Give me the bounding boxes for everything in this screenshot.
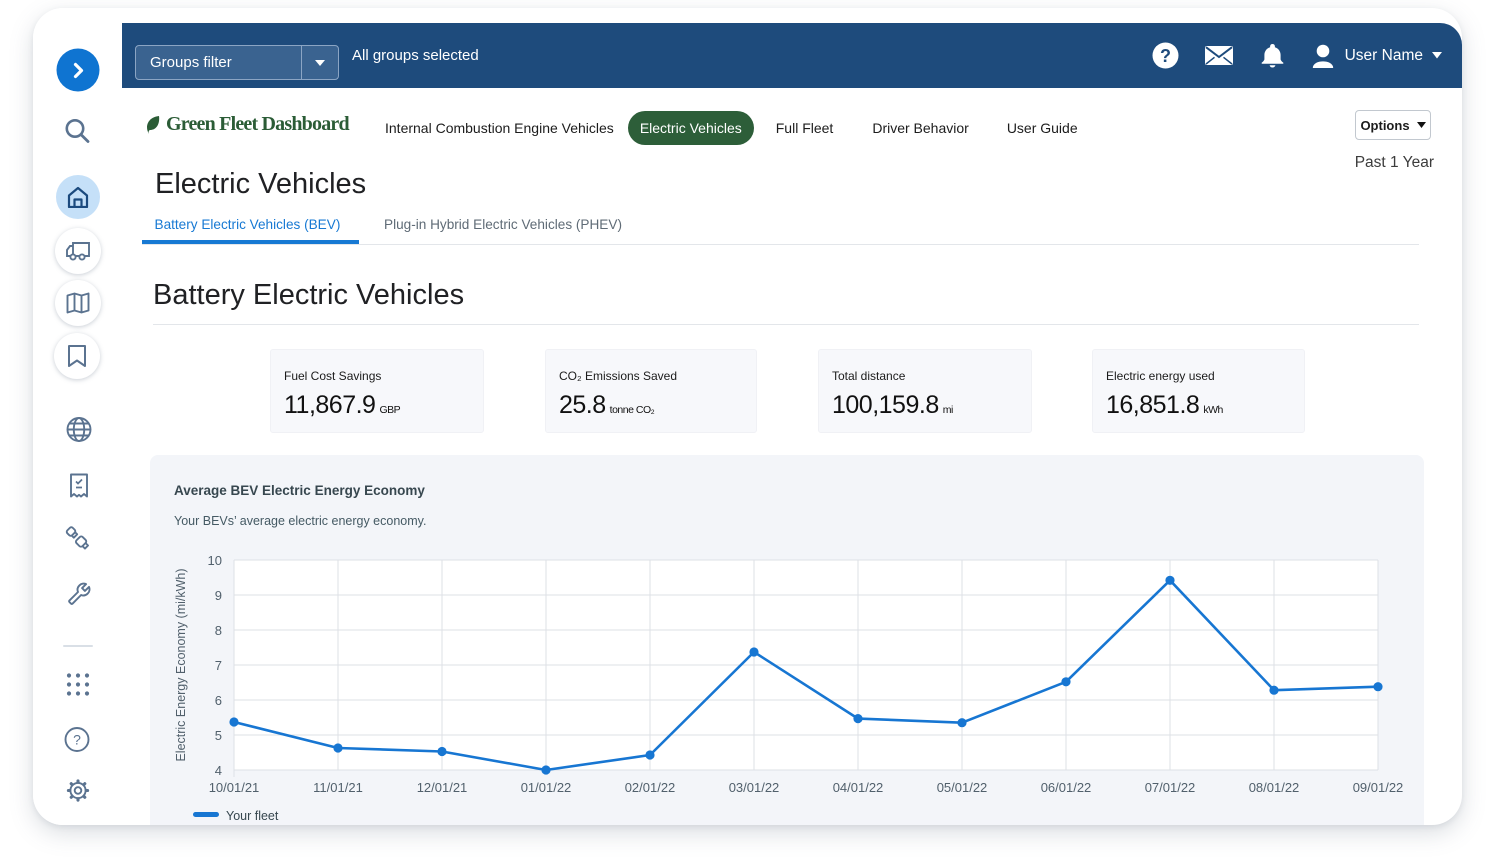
- svg-text:5: 5: [215, 728, 222, 743]
- svg-text:Your fleet: Your fleet: [226, 809, 279, 823]
- svg-text:Electric Energy Economy (mi/kW: Electric Energy Economy (mi/kWh): [174, 568, 188, 761]
- svg-text:12/01/21: 12/01/21: [417, 780, 468, 795]
- svg-text:4: 4: [215, 763, 222, 778]
- svg-text:05/01/22: 05/01/22: [937, 780, 988, 795]
- svg-text:11/01/21: 11/01/21: [313, 780, 363, 795]
- svg-text:10/01/21: 10/01/21: [209, 780, 260, 795]
- svg-text:03/01/22: 03/01/22: [729, 780, 780, 795]
- svg-text:04/01/22: 04/01/22: [833, 780, 884, 795]
- svg-text:06/01/22: 06/01/22: [1041, 780, 1092, 795]
- svg-text:02/01/22: 02/01/22: [625, 780, 676, 795]
- svg-text:07/01/22: 07/01/22: [1145, 780, 1196, 795]
- svg-text:9: 9: [215, 588, 222, 603]
- svg-text:08/01/22: 08/01/22: [1249, 780, 1300, 795]
- svg-text:10: 10: [208, 553, 222, 568]
- svg-text:7: 7: [215, 658, 222, 673]
- svg-text:01/01/22: 01/01/22: [521, 780, 572, 795]
- svg-text:8: 8: [215, 623, 222, 638]
- svg-text:?: ?: [73, 732, 81, 748]
- svg-text:?: ?: [1160, 46, 1171, 66]
- svg-text:09/01/22: 09/01/22: [1353, 780, 1404, 795]
- svg-text:6: 6: [215, 693, 222, 708]
